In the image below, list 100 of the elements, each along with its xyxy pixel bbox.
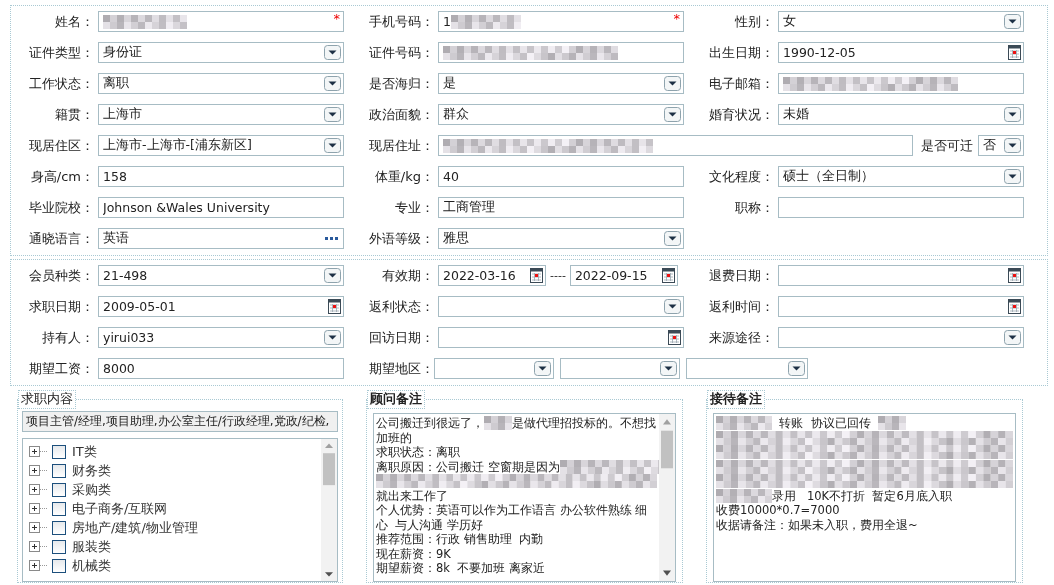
date-field[interactable] [778, 296, 1024, 317]
note-text: 转账 协议已回传 [778, 416, 872, 431]
notes-textarea[interactable]: 转账 协议已回传 录用 10K不打折 暂定6月底入职 收费10000*0.7=7000 收据请备注：如果未入职，费用全退~ [713, 413, 1016, 582]
select-field[interactable]: yirui033 [98, 327, 344, 348]
plus-box-icon[interactable] [29, 465, 48, 476]
select-field[interactable]: 群众 [438, 104, 684, 125]
plus-box-icon[interactable] [29, 503, 48, 514]
select-field[interactable] [438, 296, 684, 317]
category-label[interactable]: 服装类 [72, 537, 111, 556]
date-field[interactable]: 1990-12-05 [778, 42, 1024, 63]
input-field[interactable]: 8000 [98, 358, 344, 379]
calendar-icon[interactable] [1008, 268, 1021, 283]
select-field[interactable] [434, 358, 554, 379]
note-text: 就出来工作了 [376, 488, 448, 503]
selected-jobs-field[interactable]: 项目主管/经理,项目助理,办公室主任/行政经理,党政/纪检, [22, 411, 338, 432]
field-label: 持有人： [41, 329, 95, 347]
field-label: 来源途径： [708, 329, 775, 347]
input-field[interactable]: 1 * [438, 11, 684, 32]
plus-box-icon[interactable] [29, 446, 48, 457]
field-label: 返利时间： [708, 298, 775, 316]
category-label[interactable]: 房地产/建筑/物业管理 [72, 518, 198, 537]
select-field[interactable]: 雅思 [438, 228, 684, 249]
date-field[interactable]: 2022-03-16 [438, 265, 546, 286]
note-text: 心 与人沟通 学历好 [376, 517, 483, 532]
date-field[interactable] [438, 327, 684, 348]
date-field[interactable] [778, 265, 1024, 286]
select-field[interactable]: 21-498 [98, 265, 344, 286]
select-field[interactable]: 离职 [98, 73, 344, 94]
select-field[interactable]: 未婚 [778, 104, 1024, 125]
select-field[interactable]: 否 [978, 135, 1024, 156]
required-mark: * [333, 12, 340, 26]
checkbox[interactable] [52, 539, 66, 554]
checkbox[interactable] [52, 444, 66, 459]
input-field[interactable] [438, 42, 684, 63]
checkbox[interactable] [52, 463, 66, 478]
field-label: 文化程度： [708, 168, 775, 186]
calendar-icon[interactable] [661, 268, 675, 283]
field-label: 退费日期： [708, 267, 775, 285]
select-field[interactable]: 身份证 [98, 42, 344, 63]
calendar-icon[interactable] [328, 299, 341, 314]
plus-box-icon[interactable] [29, 541, 48, 552]
note-text: 个人优势：英语可以作为工作语言 办公软件熟练 细 [376, 503, 648, 518]
category-label[interactable]: IT类 [72, 442, 97, 461]
date-field[interactable]: 2009-05-01 [98, 296, 344, 317]
scrollbar-drawing[interactable] [659, 414, 675, 581]
select-field[interactable] [560, 358, 680, 379]
input-field[interactable] [438, 135, 913, 156]
input-field[interactable]: 英语 [98, 228, 344, 249]
field-label: 是否海归： [368, 75, 435, 93]
input-field[interactable]: 158 [98, 166, 344, 187]
checkbox[interactable] [52, 520, 66, 535]
input-field[interactable] [778, 73, 1024, 94]
field-label: 通晓语言： [28, 230, 95, 248]
field-label: 工作状态： [28, 75, 95, 93]
field-label: 毕业院校： [28, 199, 95, 217]
note-text: 是做代理招投标的。不想找 [512, 416, 656, 431]
plus-box-icon[interactable] [29, 484, 48, 495]
category-label[interactable]: 电子商务/互联网 [72, 499, 168, 518]
more-icon[interactable] [325, 236, 339, 241]
field-label: 手机号码： [368, 13, 435, 31]
date-field[interactable]: 2022-09-15 [569, 265, 678, 286]
field-label: 职称： [734, 199, 775, 217]
input-field[interactable]: 工商管理 [438, 197, 684, 218]
note-text: 求职状态：离职 [376, 445, 460, 460]
checkbox[interactable] [52, 558, 66, 573]
input-field[interactable]: Johnson &Wales University [98, 197, 344, 218]
select-field[interactable] [686, 358, 808, 379]
category-label[interactable]: 采购类 [72, 480, 111, 499]
notes-textarea[interactable]: 公司搬迁到很远了， 是做代理招投标的。不想找 加班的 求职状态：离职 离职原因：公司搬迁 空窗期是因为 就出来工作了 个人优势：英语可以作为工作语言 办公软件熟练 细 心 与人沟通 学历好 推荐范围：行政 销售助理 内勤 现在薪资：9K 期望薪资：8k 不要加班 离家近 [373, 413, 676, 582]
plus-box-icon[interactable] [29, 560, 48, 571]
field-label: 返利状态： [368, 298, 435, 316]
field-label: 会员种类： [28, 267, 95, 285]
select-field[interactable]: 上海市-上海市-[浦东新区] [98, 135, 344, 156]
field-label: 是否可迁 [920, 137, 974, 155]
select-field[interactable]: 上海市 [98, 104, 344, 125]
note-text: 加班的 [376, 430, 412, 445]
field-label: 电子邮箱： [708, 75, 775, 93]
category-label[interactable]: 机械类 [72, 556, 111, 575]
plus-box-icon[interactable] [29, 522, 48, 533]
calendar-icon[interactable] [1008, 299, 1021, 314]
calendar-icon[interactable] [668, 330, 681, 345]
panel-legend: 接待备注 [707, 390, 765, 409]
input-field[interactable] [778, 197, 1024, 218]
checkbox[interactable] [52, 482, 66, 497]
select-field[interactable] [778, 327, 1024, 348]
calendar-icon[interactable] [530, 268, 543, 283]
calendar-icon[interactable] [1008, 45, 1021, 60]
field-label: 外语等级： [368, 230, 435, 248]
select-field[interactable]: 硕士（全日制） [778, 166, 1024, 187]
select-field[interactable]: 是 [438, 73, 684, 94]
input-field[interactable]: * [98, 11, 344, 32]
checkbox[interactable] [52, 501, 66, 516]
select-field[interactable]: 女 [778, 11, 1024, 32]
field-label: 体重/kg： [373, 168, 435, 186]
field-label: 现居住区： [28, 137, 95, 155]
note-text: 收费10000*0.7=7000 [716, 503, 840, 518]
category-label[interactable]: 财务类 [72, 461, 111, 480]
field-label: 求职日期： [28, 298, 95, 316]
input-field[interactable]: 40 [438, 166, 684, 187]
scrollbar-drawing[interactable] [321, 439, 337, 581]
